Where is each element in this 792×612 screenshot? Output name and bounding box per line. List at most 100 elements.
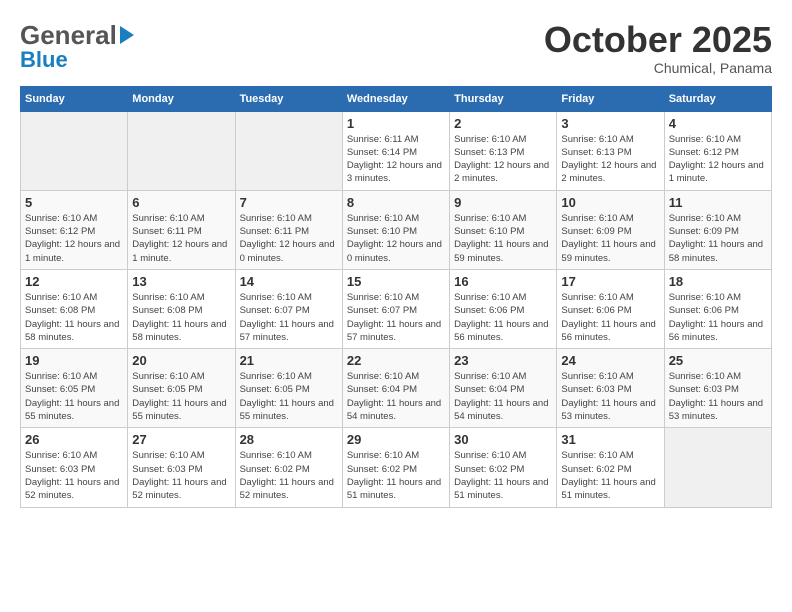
day-number: 3	[561, 116, 659, 131]
month-title: October 2025	[544, 20, 772, 60]
day-number: 10	[561, 195, 659, 210]
day-number: 21	[240, 353, 338, 368]
header-monday: Monday	[128, 86, 235, 111]
day-info: Sunrise: 6:10 AM Sunset: 6:10 PM Dayligh…	[347, 212, 445, 265]
day-info: Sunrise: 6:10 AM Sunset: 6:07 PM Dayligh…	[240, 291, 338, 344]
table-row: 16 Sunrise: 6:10 AM Sunset: 6:06 PM Dayli…	[450, 269, 557, 348]
day-info: Sunrise: 6:10 AM Sunset: 6:02 PM Dayligh…	[561, 449, 659, 502]
day-number: 14	[240, 274, 338, 289]
day-number: 15	[347, 274, 445, 289]
header-friday: Friday	[557, 86, 664, 111]
day-number: 27	[132, 432, 230, 447]
table-row: 22Sunrise: 6:10 AM Sunset: 6:04 PM Dayli…	[342, 349, 449, 428]
day-info: Sunrise: 6:10 AM Sunset: 6:03 PM Dayligh…	[132, 449, 230, 502]
day-number: 8	[347, 195, 445, 210]
day-number: 19	[25, 353, 123, 368]
table-row	[235, 111, 342, 190]
day-number: 24	[561, 353, 659, 368]
day-info: Sunrise: 6:10 AM Sunset: 6:05 PM Dayligh…	[132, 370, 230, 423]
header-sunday: Sunday	[21, 86, 128, 111]
table-row: 13Sunrise: 6:10 AM Sunset: 6:08 PM Dayli…	[128, 269, 235, 348]
week-row-4: 19 Sunrise: 6:10 AM Sunset: 6:05 PM Dayli…	[21, 349, 772, 428]
day-info: Sunrise: 6:10 AM Sunset: 6:03 PM Dayligh…	[669, 370, 767, 423]
table-row: 1Sunrise: 6:11 AM Sunset: 6:14 PM Daylig…	[342, 111, 449, 190]
table-row: 24 Sunrise: 6:10 AM Sunset: 6:03 PM Dayli…	[557, 349, 664, 428]
table-row: 31 Sunrise: 6:10 AM Sunset: 6:02 PM Dayli…	[557, 428, 664, 507]
day-number: 5	[25, 195, 123, 210]
day-info: Sunrise: 6:10 AM Sunset: 6:02 PM Dayligh…	[240, 449, 338, 502]
table-row: 10 Sunrise: 6:10 AM Sunset: 6:09 PM Dayli…	[557, 190, 664, 269]
table-row: 18 Sunrise: 6:10 AM Sunset: 6:06 PM Dayli…	[664, 269, 771, 348]
header-saturday: Saturday	[664, 86, 771, 111]
day-number: 20	[132, 353, 230, 368]
logo-triangle-icon	[120, 26, 134, 44]
day-info: Sunrise: 6:10 AM Sunset: 6:13 PM Dayligh…	[561, 133, 659, 186]
table-row: 30Sunrise: 6:10 AM Sunset: 6:02 PM Dayli…	[450, 428, 557, 507]
day-info: Sunrise: 6:10 AM Sunset: 6:02 PM Dayligh…	[347, 449, 445, 502]
day-number: 26	[25, 432, 123, 447]
day-info: Sunrise: 6:10 AM Sunset: 6:09 PM Dayligh…	[561, 212, 659, 265]
day-number: 23	[454, 353, 552, 368]
day-info: Sunrise: 6:10 AM Sunset: 6:03 PM Dayligh…	[561, 370, 659, 423]
day-info: Sunrise: 6:10 AM Sunset: 6:09 PM Dayligh…	[669, 212, 767, 265]
logo-blue: Blue	[20, 47, 68, 73]
table-row: 29 Sunrise: 6:10 AM Sunset: 6:02 PM Dayli…	[342, 428, 449, 507]
table-row: 12Sunrise: 6:10 AM Sunset: 6:08 PM Dayli…	[21, 269, 128, 348]
day-info: Sunrise: 6:10 AM Sunset: 6:11 PM Dayligh…	[240, 212, 338, 265]
week-row-1: 1Sunrise: 6:11 AM Sunset: 6:14 PM Daylig…	[21, 111, 772, 190]
day-number: 31	[561, 432, 659, 447]
day-number: 1	[347, 116, 445, 131]
table-row: 2 Sunrise: 6:10 AM Sunset: 6:13 PM Daylig…	[450, 111, 557, 190]
day-number: 2	[454, 116, 552, 131]
day-info: Sunrise: 6:10 AM Sunset: 6:13 PM Dayligh…	[454, 133, 552, 186]
day-number: 4	[669, 116, 767, 131]
day-info: Sunrise: 6:10 AM Sunset: 6:07 PM Dayligh…	[347, 291, 445, 344]
table-row: 3 Sunrise: 6:10 AM Sunset: 6:13 PM Daylig…	[557, 111, 664, 190]
day-number: 16	[454, 274, 552, 289]
table-row: 25Sunrise: 6:10 AM Sunset: 6:03 PM Dayli…	[664, 349, 771, 428]
table-row	[664, 428, 771, 507]
day-number: 13	[132, 274, 230, 289]
table-row	[21, 111, 128, 190]
day-info: Sunrise: 6:10 AM Sunset: 6:05 PM Dayligh…	[240, 370, 338, 423]
table-row: 19Sunrise: 6:10 AM Sunset: 6:05 PM Dayli…	[21, 349, 128, 428]
table-row: 21 Sunrise: 6:10 AM Sunset: 6:05 PM Dayli…	[235, 349, 342, 428]
day-number: 6	[132, 195, 230, 210]
table-row: 6 Sunrise: 6:10 AM Sunset: 6:11 PM Daylig…	[128, 190, 235, 269]
day-number: 28	[240, 432, 338, 447]
day-info: Sunrise: 6:10 AM Sunset: 6:02 PM Dayligh…	[454, 449, 552, 502]
table-row: 7 Sunrise: 6:10 AM Sunset: 6:11 PM Daylig…	[235, 190, 342, 269]
table-row: 15 Sunrise: 6:10 AM Sunset: 6:07 PM Dayli…	[342, 269, 449, 348]
day-info: Sunrise: 6:10 AM Sunset: 6:11 PM Dayligh…	[132, 212, 230, 265]
table-row: 17 Sunrise: 6:10 AM Sunset: 6:06 PM Dayli…	[557, 269, 664, 348]
day-info: Sunrise: 6:10 AM Sunset: 6:06 PM Dayligh…	[454, 291, 552, 344]
header-thursday: Thursday	[450, 86, 557, 111]
calendar-header-row: Sunday Monday Tuesday Wednesday Thursday…	[21, 86, 772, 111]
table-row: 28 Sunrise: 6:10 AM Sunset: 6:02 PM Dayli…	[235, 428, 342, 507]
day-number: 9	[454, 195, 552, 210]
table-row: 11 Sunrise: 6:10 AM Sunset: 6:09 PM Dayli…	[664, 190, 771, 269]
day-info: Sunrise: 6:10 AM Sunset: 6:06 PM Dayligh…	[669, 291, 767, 344]
day-info: Sunrise: 6:10 AM Sunset: 6:03 PM Dayligh…	[25, 449, 123, 502]
calendar-table: Sunday Monday Tuesday Wednesday Thursday…	[20, 86, 772, 508]
table-row: 8 Sunrise: 6:10 AM Sunset: 6:10 PM Daylig…	[342, 190, 449, 269]
header-tuesday: Tuesday	[235, 86, 342, 111]
day-info: Sunrise: 6:10 AM Sunset: 6:06 PM Dayligh…	[561, 291, 659, 344]
day-info: Sunrise: 6:10 AM Sunset: 6:08 PM Dayligh…	[25, 291, 123, 344]
table-row: 9 Sunrise: 6:10 AM Sunset: 6:10 PM Daylig…	[450, 190, 557, 269]
table-row: 23Sunrise: 6:10 AM Sunset: 6:04 PM Dayli…	[450, 349, 557, 428]
day-info: Sunrise: 6:10 AM Sunset: 6:10 PM Dayligh…	[454, 212, 552, 265]
day-number: 18	[669, 274, 767, 289]
table-row: 4 Sunrise: 6:10 AM Sunset: 6:12 PM Daylig…	[664, 111, 771, 190]
day-number: 7	[240, 195, 338, 210]
table-row	[128, 111, 235, 190]
day-info: Sunrise: 6:10 AM Sunset: 6:12 PM Dayligh…	[669, 133, 767, 186]
title-area: October 2025 Chumical, Panama	[544, 20, 772, 76]
table-row: 26 Sunrise: 6:10 AM Sunset: 6:03 PM Dayli…	[21, 428, 128, 507]
day-number: 11	[669, 195, 767, 210]
table-row: 20 Sunrise: 6:10 AM Sunset: 6:05 PM Dayli…	[128, 349, 235, 428]
day-number: 29	[347, 432, 445, 447]
page-header: General Blue October 2025 Chumical, Pana…	[20, 20, 772, 76]
day-number: 17	[561, 274, 659, 289]
day-info: Sunrise: 6:10 AM Sunset: 6:04 PM Dayligh…	[347, 370, 445, 423]
